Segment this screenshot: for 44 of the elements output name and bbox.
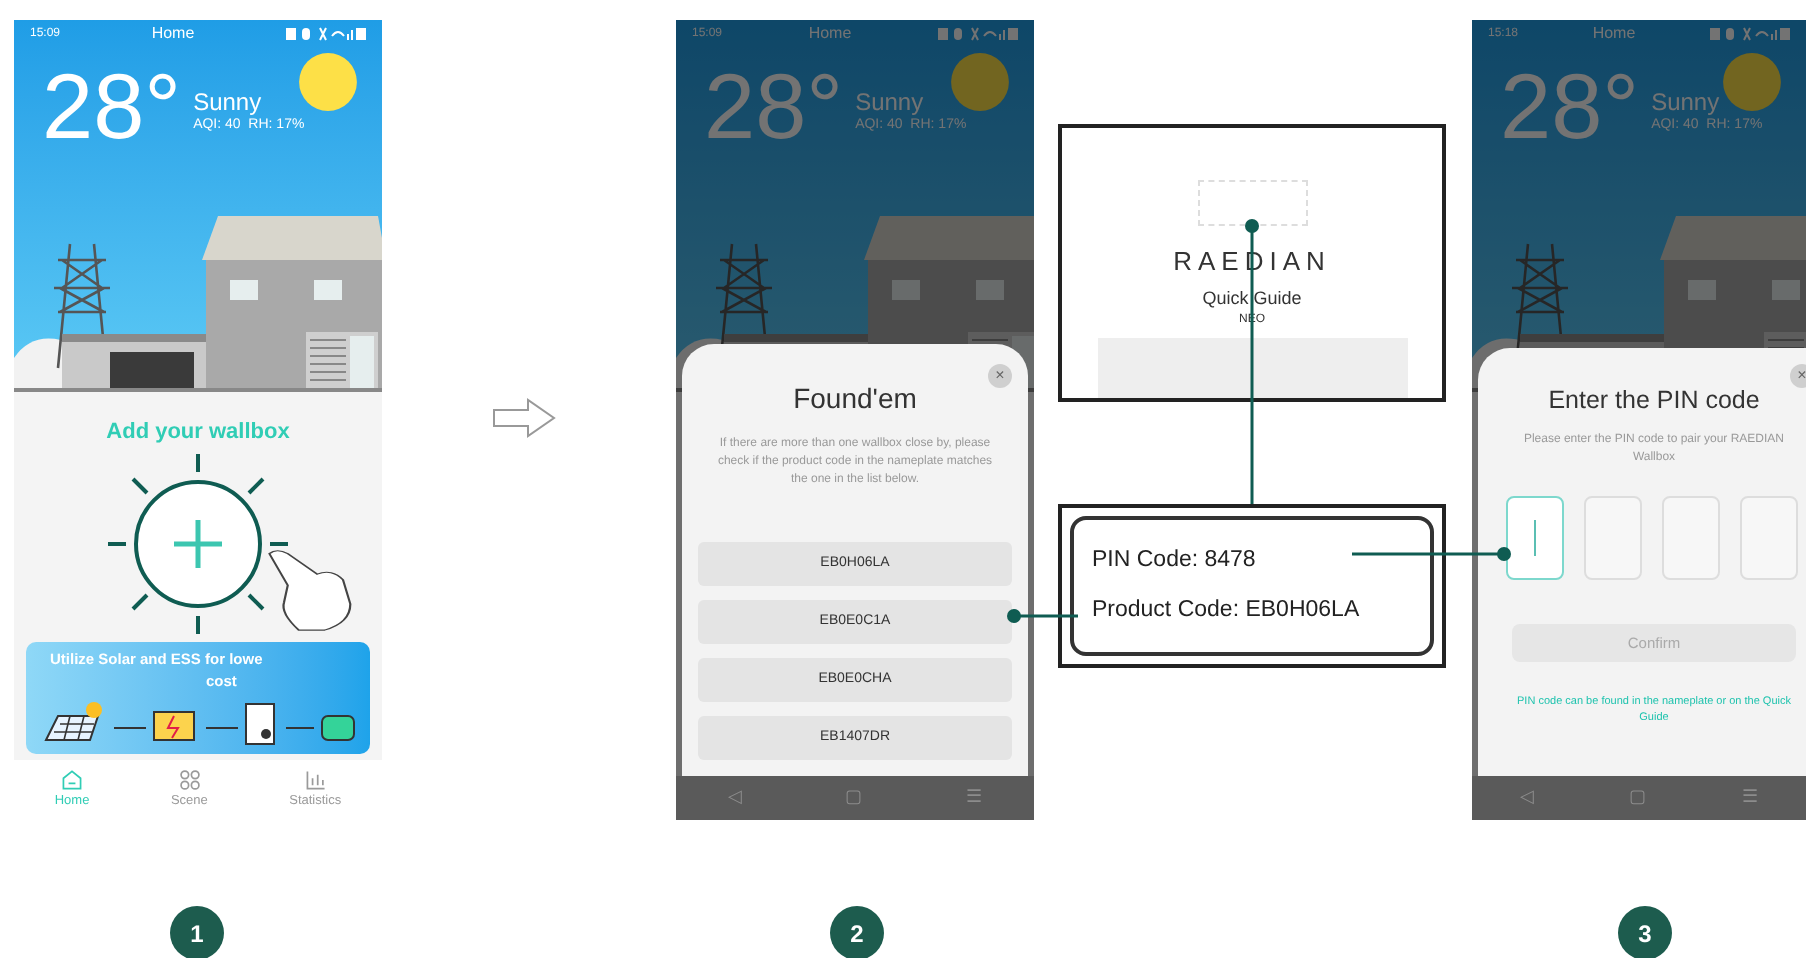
temperature: 28° [42,60,182,152]
status-icons-drawing [937,26,1018,42]
grid-icon [177,768,202,793]
leader-line [1007,609,1078,623]
sun-icon [1718,48,1786,116]
nav-key[interactable]: ◁ [1519,784,1534,812]
sheet-title: Enter the PIN code [1548,384,1760,418]
nameplate-text: PIN Code: 8478 [1092,545,1258,576]
bar-chart-icon [303,768,328,793]
nav-key[interactable]: ☰ [966,784,983,812]
status-icons-drawing [285,26,366,42]
nameplate-text: Product Code: EB0H06LA [1092,596,1362,626]
step-number: 3 [1618,906,1672,958]
temperature: 28° [1500,60,1640,152]
nav-key[interactable]: ☰ [1742,784,1759,812]
nav-key[interactable]: ▢ [1628,784,1647,812]
weather-condition: Sunny [855,88,926,118]
weather-condition: Sunny [193,88,264,118]
status-icons-drawing [1709,26,1790,42]
sun-icon [294,48,362,116]
arrow-icon [492,398,556,438]
close-button[interactable]: × [1790,364,1806,388]
nav-key[interactable]: ◁ [727,784,742,812]
sheet-title: Found'em [793,380,917,418]
pin-digit-field[interactable] [1584,495,1642,580]
sun-icon [946,48,1014,116]
screen-title: Home [151,26,195,42]
step-number: 2 [830,906,884,958]
step-number: 1 [170,906,224,958]
screen-title: Home [808,26,852,42]
pointing-hand-icon [262,548,354,632]
close-button[interactable]: × [988,364,1012,388]
guide-title: Quick Guide [1202,285,1302,312]
text-cursor [1534,519,1536,556]
pin-digit-field[interactable] [1662,495,1720,580]
nav-key[interactable]: ▢ [844,784,863,812]
add-wallbox-button[interactable] [108,453,288,633]
screen-title: Home [1592,26,1636,42]
section-heading: Add your wallbox [106,418,290,448]
temperature: 28° [704,60,844,152]
pin-digit-field[interactable] [1506,495,1564,580]
home-icon [60,768,85,793]
pin-digit-field[interactable] [1740,495,1798,580]
weather-condition: Sunny [1651,88,1722,118]
